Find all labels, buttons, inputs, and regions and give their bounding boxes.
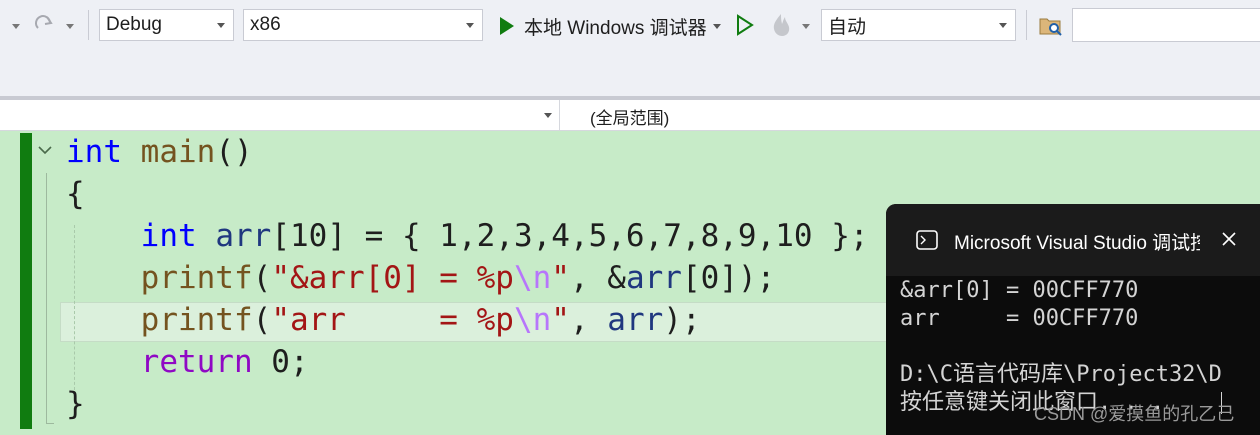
chevron-down-icon: [999, 22, 1007, 28]
configuration-dropdown[interactable]: Debug: [99, 9, 234, 41]
console-output: &arr[0] = 00CFF770 arr = 00CFF770 D:\C语言代码…: [900, 277, 1222, 417]
start-without-debugging-icon[interactable]: [736, 14, 754, 36]
configuration-value: Debug: [106, 14, 162, 35]
hot-reload-icon[interactable]: [768, 11, 794, 39]
platform-dropdown[interactable]: x86: [243, 9, 483, 41]
play-icon: [500, 17, 514, 35]
code-line-3: int arr[10] = { 1,2,3,4,5,6,7,8,9,10 };: [140, 218, 869, 254]
toolbar: Debug x86 本地 Windows 调试器 自动: [0, 0, 1260, 96]
search-input[interactable]: [1072, 8, 1260, 42]
console-line: arr = 00CFF770: [900, 306, 1139, 331]
chevron-down-icon: [466, 22, 474, 28]
toolbar-separator: [88, 10, 89, 40]
chevron-down-icon: [544, 113, 552, 118]
hot-reload-dropdown-caret[interactable]: [802, 24, 810, 29]
redo-icon[interactable]: [32, 12, 56, 36]
fold-outline-end: [46, 423, 54, 424]
start-debugging-label: 本地 Windows 调试器: [524, 17, 707, 39]
console-line: D:\C语言代码库\Project32\D: [900, 362, 1222, 387]
solution-dropdown-value: 自动: [828, 16, 867, 38]
file-scope-dropdown[interactable]: [0, 100, 560, 130]
close-button[interactable]: [1200, 216, 1260, 262]
code-line-5: printf("arr = %p\n", arr);: [140, 302, 701, 338]
scope-dropdown[interactable]: (全局范围): [590, 104, 669, 129]
undo-dropdown-caret[interactable]: [12, 24, 20, 29]
redo-dropdown-caret[interactable]: [66, 24, 74, 29]
find-in-files-icon[interactable]: [1038, 13, 1064, 39]
code-line-7: }: [66, 386, 85, 422]
console-title: Microsoft Visual Studio 调试控: [954, 233, 1210, 254]
code-line-2: {: [66, 176, 85, 212]
debugger-dropdown-caret[interactable]: [713, 24, 721, 29]
toolbar-separator: [1026, 10, 1027, 40]
collapse-chevron-icon[interactable]: [38, 143, 52, 157]
watermark: CSDN @爱摸鱼的孔乙己: [1034, 404, 1235, 424]
start-debugging-button[interactable]: 本地 Windows 调试器: [498, 13, 707, 39]
solution-dropdown[interactable]: 自动: [821, 9, 1016, 41]
code-line-1: int main(): [66, 134, 253, 170]
chevron-down-icon: [217, 22, 225, 28]
platform-value: x86: [250, 14, 281, 35]
navigation-bar: (全局范围): [0, 100, 1260, 131]
console-line: &arr[0] = 00CFF770: [900, 278, 1139, 303]
console-app-icon: [916, 230, 938, 250]
console-title-bar[interactable]: Microsoft Visual Studio 调试控: [886, 204, 1260, 276]
fold-outline: [46, 173, 47, 423]
code-line-6: return 0;: [140, 344, 309, 380]
code-line-4: printf("&arr[0] = %p\n", &arr[0]);: [140, 260, 776, 296]
close-icon: [1222, 232, 1236, 246]
change-indicator-bar: [20, 133, 32, 429]
